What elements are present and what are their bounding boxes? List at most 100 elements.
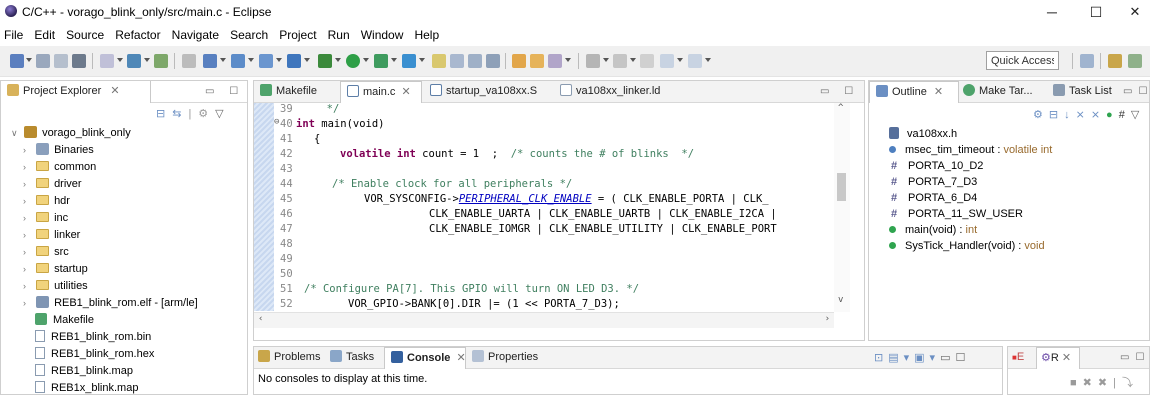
- prev-annotation-icon[interactable]: [613, 54, 627, 68]
- outline-item[interactable]: # PORTA_7_D3: [889, 174, 977, 190]
- list-item[interactable]: Makefile: [35, 312, 94, 329]
- expand-icon[interactable]: ›: [23, 244, 33, 261]
- close-tab-icon[interactable]: ✕: [934, 86, 943, 98]
- horizontal-scrollbar[interactable]: ‹ ›: [254, 312, 834, 328]
- last-edit-icon[interactable]: [640, 54, 654, 68]
- list-item[interactable]: › src: [23, 244, 69, 261]
- vertical-scrollbar[interactable]: ^ v: [834, 103, 850, 312]
- back-icon[interactable]: [660, 54, 674, 68]
- search-icon[interactable]: [548, 54, 562, 68]
- manage-icon[interactable]: [154, 54, 168, 68]
- hide-nonpublic-icon[interactable]: ●: [1106, 109, 1119, 121]
- scroll-down-icon[interactable]: v: [838, 295, 843, 305]
- list-item[interactable]: REB1x_blink.map: [35, 380, 138, 397]
- open-console-icon[interactable]: ▣▾: [914, 352, 940, 364]
- scroll-left-icon[interactable]: ‹: [258, 314, 263, 324]
- link-editor-icon[interactable]: ⇆: [172, 108, 188, 120]
- new-icon[interactable]: [10, 54, 24, 68]
- run-external-icon[interactable]: [374, 54, 388, 68]
- code-editor[interactable]: 39 */ ⊖ 40 int main(void) 41 { 42 volati…: [254, 103, 864, 340]
- tab-properties[interactable]: Properties: [472, 347, 544, 369]
- list-item[interactable]: › startup: [23, 261, 88, 278]
- build-icon[interactable]: [127, 54, 141, 68]
- outline-item[interactable]: va108xx.h: [889, 126, 957, 142]
- debug-perspective-icon[interactable]: [1128, 54, 1142, 68]
- outline-item[interactable]: # PORTA_6_D4: [889, 190, 977, 206]
- close-tab-icon[interactable]: ✕: [401, 86, 410, 98]
- run-icon[interactable]: [346, 54, 360, 68]
- list-item[interactable]: REB1_blink_rom.bin: [35, 329, 151, 346]
- pin-console-icon[interactable]: ⊡: [874, 352, 888, 364]
- scrollbar-thumb[interactable]: [837, 173, 846, 201]
- tab-outline[interactable]: Outline ✕: [869, 81, 959, 103]
- menu-search[interactable]: Search: [226, 25, 272, 42]
- quick-access-input[interactable]: [986, 51, 1059, 70]
- expand-icon[interactable]: ›: [23, 278, 33, 295]
- list-item[interactable]: › linker: [23, 227, 80, 244]
- view-menu-icon[interactable]: ▽: [215, 108, 230, 120]
- view-menu-icon[interactable]: ▽: [1131, 109, 1145, 121]
- menu-source[interactable]: Source: [62, 25, 108, 42]
- tab-main-c[interactable]: main.c ✕: [340, 81, 422, 103]
- menu-help[interactable]: Help: [410, 25, 443, 42]
- tab-project-explorer[interactable]: Project Explorer ✕: [1, 81, 151, 103]
- cpp-perspective-icon[interactable]: [1108, 54, 1122, 68]
- mark-occurrences-icon[interactable]: [450, 54, 464, 68]
- expand-icon[interactable]: ›: [23, 193, 33, 210]
- list-item[interactable]: REB1_blink_rom.hex: [35, 346, 154, 363]
- menu-project[interactable]: Project: [275, 25, 320, 42]
- minimize-maximize-icon[interactable]: ▭☐: [1120, 352, 1150, 363]
- tab-tasks[interactable]: Tasks: [330, 347, 382, 369]
- expand-icon[interactable]: ›: [23, 227, 33, 244]
- minimize-button[interactable]: ─: [1032, 2, 1072, 22]
- minimize-maximize-icon[interactable]: ▭☐: [1123, 86, 1150, 97]
- remove-icon[interactable]: ✖: [1083, 377, 1098, 389]
- hide-fields-icon[interactable]: ⨯: [1076, 109, 1091, 121]
- expand-icon[interactable]: ›: [23, 261, 33, 278]
- filter-icon[interactable]: ⚙: [198, 108, 215, 120]
- list-item[interactable]: › Binaries: [23, 142, 94, 159]
- tab-linker[interactable]: va108xx_linker.ld: [560, 81, 680, 103]
- tab-startup[interactable]: startup_va108xx.S: [430, 81, 554, 103]
- new-project-icon[interactable]: [203, 54, 217, 68]
- scroll-up-icon[interactable]: ^: [838, 103, 843, 113]
- minimize-maximize-icon[interactable]: ▭ ☐: [205, 86, 244, 97]
- close-tab-icon[interactable]: ✕: [456, 352, 465, 364]
- outline-item[interactable]: # PORTA_11_SW_USER: [889, 206, 1023, 222]
- tab-registers[interactable]: ⚙R ✕: [1036, 347, 1080, 369]
- outline-item[interactable]: msec_tim_timeout : volatile int: [889, 142, 1052, 158]
- tab-console[interactable]: Console ✕: [384, 347, 466, 369]
- list-item[interactable]: REB1_blink.map: [35, 363, 133, 380]
- show-whitespace-icon[interactable]: [486, 54, 500, 68]
- next-annotation-icon[interactable]: [586, 54, 600, 68]
- list-item[interactable]: ∨ vorago_blink_only: [11, 125, 131, 142]
- close-tab-icon[interactable]: ✕: [110, 85, 119, 97]
- highlight-icon[interactable]: [432, 54, 446, 68]
- outline-item[interactable]: # PORTA_10_D2: [889, 158, 983, 174]
- list-item[interactable]: › driver: [23, 176, 82, 193]
- tab-make-target[interactable]: Make Tar...: [963, 81, 1051, 103]
- tab-problems[interactable]: Problems: [258, 347, 326, 369]
- expand-icon[interactable]: ›: [23, 210, 33, 227]
- build-config-icon[interactable]: [100, 54, 114, 68]
- menu-refactor[interactable]: Refactor: [111, 25, 164, 42]
- minimize-maximize-icon[interactable]: ▭ ☐: [820, 86, 859, 97]
- menu-file[interactable]: File: [0, 25, 27, 42]
- menu-run[interactable]: Run: [324, 25, 354, 42]
- new-class-icon[interactable]: [231, 54, 245, 68]
- sync-icon[interactable]: ⚙: [1033, 109, 1049, 121]
- list-item[interactable]: › utilities: [23, 278, 88, 295]
- outline-item[interactable]: SysTick_Handler(void) : void: [889, 238, 1045, 254]
- toggle-icon[interactable]: [182, 54, 196, 68]
- expand-icon[interactable]: ›: [23, 142, 33, 159]
- menu-window[interactable]: Window: [357, 25, 408, 42]
- hide-static-icon[interactable]: ⨯: [1091, 109, 1106, 121]
- menu-navigate[interactable]: Navigate: [168, 25, 223, 42]
- expand-icon[interactable]: ∨: [11, 125, 21, 142]
- scroll-right-icon[interactable]: ›: [825, 314, 830, 324]
- debug-icon[interactable]: [318, 54, 332, 68]
- minimize-maximize-icon[interactable]: ▭☐: [940, 352, 970, 364]
- open-perspective-icon[interactable]: [1080, 54, 1094, 68]
- tab-makefile[interactable]: Makefile: [260, 81, 340, 103]
- remove-all-icon[interactable]: ✖: [1098, 377, 1113, 389]
